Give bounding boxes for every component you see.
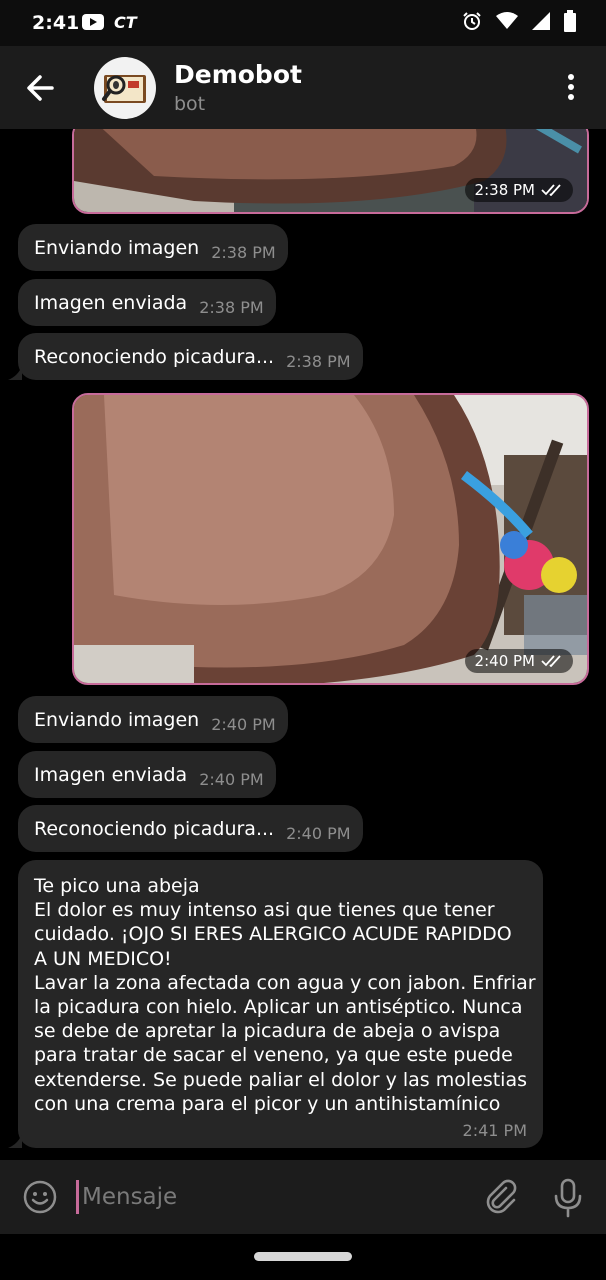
- photo-time: 2:38 PM: [474, 181, 535, 199]
- bot-avatar[interactable]: [94, 57, 156, 119]
- status-bar: 2:41 CT: [0, 0, 606, 46]
- message-bubble[interactable]: Reconociendo picadura... 2:38 PM: [18, 333, 363, 380]
- photo-message[interactable]: 2:38 PM: [72, 129, 589, 214]
- message-time: 2:40 PM: [286, 824, 351, 843]
- youtube-notification-icon: [82, 14, 104, 30]
- message-time: 2:38 PM: [286, 352, 351, 371]
- message-text: Reconociendo picadura...: [34, 345, 275, 368]
- paperclip-icon: [486, 1179, 517, 1214]
- message-time: 2:40 PM: [199, 770, 264, 789]
- message-line: Lavar la zona afectada con agua y con ja…: [34, 971, 536, 994]
- chat-header: Demobot bot: [0, 46, 606, 129]
- attach-button[interactable]: [482, 1178, 518, 1216]
- message-line: El dolor es muy intenso asi que tienes q…: [34, 899, 495, 922]
- bubble-tail: [8, 1134, 22, 1148]
- wifi-icon: [496, 12, 518, 29]
- chat-title: Demobot: [174, 60, 302, 89]
- more-options-button[interactable]: [560, 72, 582, 102]
- message-bubble[interactable]: Enviando imagen 2:40 PM: [18, 696, 288, 743]
- message-text: Imagen enviada: [34, 763, 188, 786]
- message-text: Imagen enviada: [34, 291, 188, 314]
- message-text: Enviando imagen: [34, 708, 200, 731]
- emoji-button[interactable]: [22, 1179, 58, 1215]
- message-bubble-long[interactable]: Te pico una abeja El dolor es muy intens…: [18, 860, 543, 1148]
- smile-icon: [23, 1180, 57, 1214]
- message-line: se debe de apretar la picadura de abeja …: [34, 1020, 501, 1043]
- photo-timestamp: 2:38 PM: [464, 178, 573, 202]
- more-vertical-icon: [568, 74, 574, 100]
- arrow-left-icon: [27, 75, 54, 101]
- message-composer: [0, 1160, 606, 1234]
- navigation-bar: [0, 1234, 606, 1280]
- message-time: 2:40 PM: [211, 715, 276, 734]
- photo-time: 2:40 PM: [474, 652, 535, 670]
- microphone-button[interactable]: [552, 1178, 584, 1218]
- message-time: 2:38 PM: [211, 243, 276, 262]
- home-gesture-handle[interactable]: [254, 1252, 352, 1261]
- message-line: cuidado. ¡OJO SI ERES ALERGICO ACUDE RAP…: [34, 923, 512, 946]
- photo-thumbnail: [74, 395, 587, 683]
- bubble-tail: [8, 366, 22, 380]
- message-list[interactable]: 2:38 PM Enviando imagen 2:38 PM Imagen e…: [0, 129, 606, 1160]
- alarm-icon: [463, 12, 481, 30]
- battery-icon: [564, 10, 576, 32]
- message-bubble[interactable]: Imagen enviada 2:38 PM: [18, 279, 276, 326]
- message-line: Te pico una abeja: [34, 875, 200, 897]
- message-bubble[interactable]: Enviando imagen 2:38 PM: [18, 224, 288, 271]
- carrier-logo: CT: [114, 13, 137, 32]
- message-bubble[interactable]: Imagen enviada 2:40 PM: [18, 751, 276, 798]
- double-check-icon: [541, 184, 561, 196]
- back-button[interactable]: [22, 70, 58, 106]
- status-time: 2:41: [32, 12, 80, 34]
- photo-timestamp: 2:40 PM: [464, 649, 573, 673]
- text-caret: [76, 1180, 79, 1214]
- double-check-icon: [541, 655, 561, 667]
- message-time: 2:38 PM: [199, 298, 264, 317]
- message-line: la picadura con hielo. Aplicar un antisé…: [34, 996, 523, 1019]
- message-input[interactable]: [82, 1178, 462, 1216]
- book-magnifier-icon: [102, 75, 146, 103]
- message-line: extenderse. Se puede paliar el dolor y l…: [34, 1068, 527, 1091]
- message-line: con una crema para el picor y un antihis…: [34, 1092, 501, 1115]
- photo-message[interactable]: 2:40 PM: [72, 393, 589, 685]
- chat-subtitle: bot: [174, 93, 206, 115]
- message-line: A UN MEDICO!: [34, 947, 172, 970]
- message-text: Reconociendo picadura...: [34, 817, 275, 840]
- message-text: Enviando imagen: [34, 236, 200, 259]
- microphone-icon: [554, 1178, 582, 1218]
- message-line: para tratar de sacar el veneno, ya que e…: [34, 1044, 513, 1067]
- status-icons: [462, 10, 576, 32]
- message-bubble[interactable]: Reconociendo picadura... 2:40 PM: [18, 805, 363, 852]
- message-time: 2:41 PM: [462, 1121, 527, 1140]
- signal-icon: [532, 12, 550, 30]
